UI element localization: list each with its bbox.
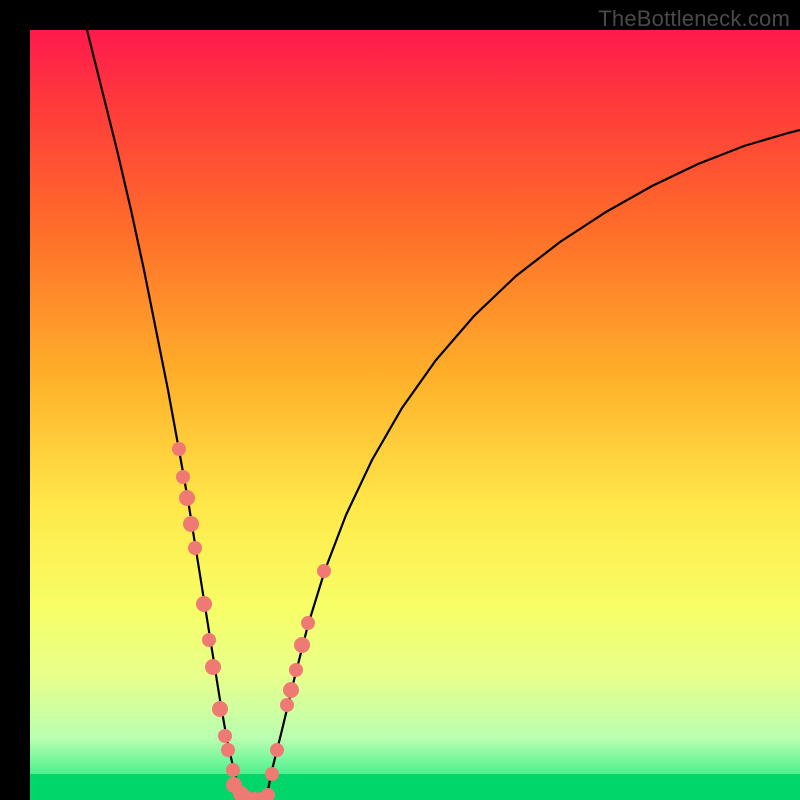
data-marker <box>179 490 195 506</box>
curve-group <box>87 30 800 800</box>
data-marker <box>212 701 228 717</box>
curve-right-curve <box>266 130 800 800</box>
data-marker <box>283 682 299 698</box>
data-marker <box>265 767 279 781</box>
data-marker <box>196 596 212 612</box>
data-marker <box>289 663 303 677</box>
data-marker <box>270 743 284 757</box>
data-marker <box>280 698 294 712</box>
data-marker <box>221 743 235 757</box>
data-marker <box>317 564 331 578</box>
data-marker <box>205 659 221 675</box>
data-marker <box>202 633 216 647</box>
data-marker <box>188 541 202 555</box>
chart-svg <box>30 30 800 800</box>
marker-group <box>172 442 331 800</box>
data-marker <box>261 788 275 800</box>
curve-left-curve <box>87 30 244 800</box>
data-marker <box>226 763 240 777</box>
chart-frame: TheBottleneck.com <box>0 0 800 800</box>
data-marker <box>301 616 315 630</box>
data-marker <box>294 637 310 653</box>
data-marker <box>172 442 186 456</box>
plot-area <box>30 30 800 800</box>
watermark-text: TheBottleneck.com <box>598 6 790 32</box>
data-marker <box>176 470 190 484</box>
data-marker <box>183 516 199 532</box>
data-marker <box>218 729 232 743</box>
